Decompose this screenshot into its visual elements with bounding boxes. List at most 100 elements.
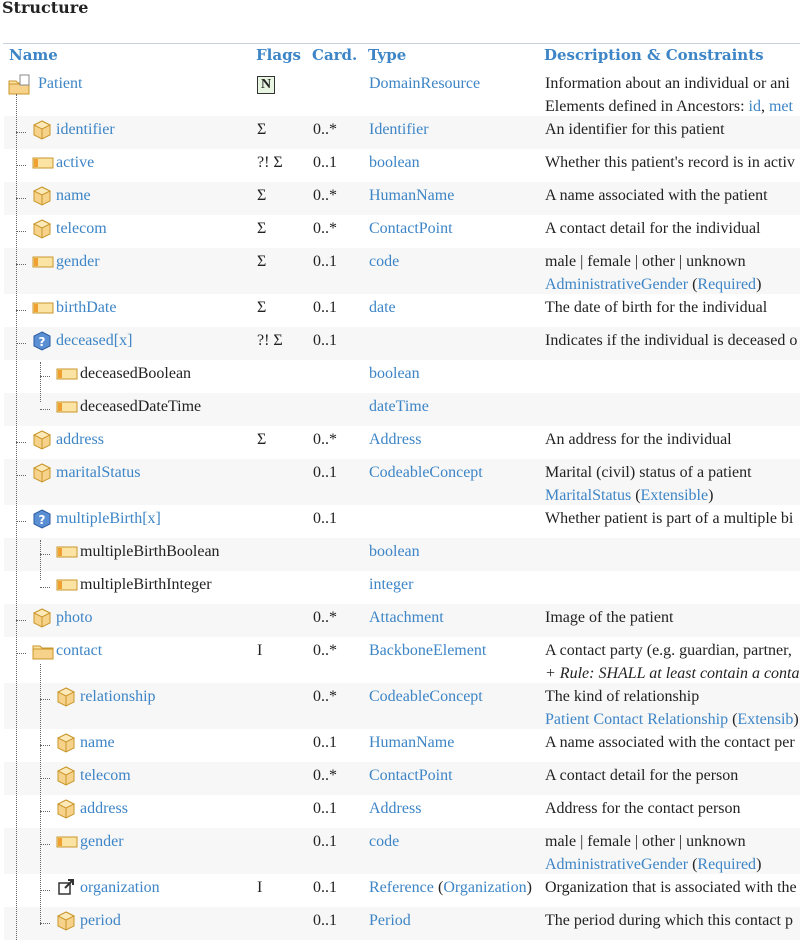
element-description: The date of birth for the individual [545,296,767,319]
element-type-link[interactable]: Address [369,428,421,451]
element-name[interactable]: gender [56,250,100,273]
primitive-icon [56,832,78,852]
folder-resource-icon [8,74,30,95]
description-text: male | female | other | unknown [545,253,746,270]
choice-icon: ? [32,509,52,529]
element-type-link[interactable]: HumanName [369,184,454,207]
element-type-link[interactable]: HumanName [369,731,454,754]
element-type-link[interactable]: ContactPoint [369,764,453,787]
tree-branch-line [16,475,26,476]
ancestor-element-link[interactable]: met [769,98,793,115]
cube-icon [56,733,76,753]
col-name-header[interactable]: Name [9,46,58,64]
element-flags: Σ [257,431,267,448]
element-type-link[interactable]: dateTime [369,395,429,418]
table-row: multipleBirthInteger integer [4,571,800,604]
table-row: birthDate Σ 0..1 date The date of birth for … [4,294,800,327]
table-header: Name Flags Card. Type Description & Cons… [4,44,800,70]
element-type-link[interactable]: BackboneElement [369,639,486,662]
element-type-link[interactable]: Period [369,909,411,932]
element-description: A contact party (e.g. guardian, partner,… [545,639,799,685]
target-type-link[interactable]: Organization [443,879,526,896]
description-text: A name associated with the patient [545,187,768,204]
element-name[interactable]: deceased[x] [56,329,132,352]
element-name[interactable]: contact [56,639,102,662]
element-name[interactable]: maritalStatus [56,461,140,484]
binding-strength-link[interactable]: Required [697,856,756,873]
element-name[interactable]: birthDate [56,296,116,319]
element-name[interactable]: name [56,184,91,207]
tree-guide-line [16,94,17,940]
element-cardinality: 0..1 [313,833,337,850]
element-cardinality: 0..* [313,187,337,204]
valueset-link[interactable]: AdministrativeGender [545,276,688,293]
element-type-link[interactable]: Address [369,797,421,820]
element-description: male | female | other | unknown Administr… [545,250,761,296]
tree-branch-line [16,442,26,443]
tree-branch-line [16,132,26,133]
element-name[interactable]: active [56,151,94,174]
element-type-link[interactable]: integer [369,573,413,596]
element-type-link[interactable]: date [369,296,396,319]
element-name[interactable]: name [80,731,115,754]
separator: , [760,98,769,115]
element-flags: I [257,642,263,659]
table-row: contact I 0..* BackboneElement A contact par… [4,637,800,683]
valueset-link[interactable]: MaritalStatus [545,487,631,504]
element-type-link[interactable]: Attachment [369,606,444,629]
element-name[interactable]: gender [80,830,124,853]
element-name[interactable]: Patient [38,72,82,95]
svg-text:?: ? [39,513,46,527]
binding-strength-link[interactable]: Extensible [641,487,709,504]
element-name[interactable]: telecom [56,217,107,240]
col-card-header[interactable]: Card. [312,46,357,64]
element-cardinality: 0..* [313,609,337,626]
element-name[interactable]: telecom [80,764,131,787]
table-row: telecom 0..* ContactPoint A contact detail … [4,762,800,795]
ancestor-element-link[interactable]: id [749,98,761,115]
description-text: A contact detail for the person [545,767,739,784]
element-name[interactable]: organization [80,876,160,899]
col-type-header[interactable]: Type [368,46,406,64]
element-cardinality: 0..* [313,220,337,237]
element-type-link[interactable]: CodeableConcept [369,685,483,708]
col-desc-header[interactable]: Description & Constraints [544,46,764,64]
valueset-link[interactable]: Patient Contact Relationship [545,711,728,728]
element-type-link[interactable]: Reference [369,876,434,899]
element-type-link[interactable]: code [369,830,399,853]
element-cardinality: 0..1 [313,510,337,527]
element-name[interactable]: photo [56,606,92,629]
description-line-2: + Rule: SHALL at least contain a conta [545,662,799,685]
element-type-link[interactable]: boolean [369,540,420,563]
description-line-2: AdministrativeGender (Required) [545,276,762,293]
element-type-link[interactable]: code [369,250,399,273]
element-type-link[interactable]: DomainResource [369,72,480,95]
element-flags: Σ [257,187,267,204]
element-name[interactable]: identifier [56,118,115,141]
element-name[interactable]: multipleBirth[x] [56,507,161,530]
binding-strength-link[interactable]: Required [697,276,756,293]
element-name[interactable]: address [80,797,128,820]
element-description: Marital (civil) status of a patient Marit… [545,461,752,507]
binding-strength-link[interactable]: Extensib [737,711,793,728]
tree-branch-line [16,198,26,199]
table-row: period 0..1 Period The period during which … [4,907,800,940]
choice-icon: ? [32,331,52,351]
valueset-link[interactable]: AdministrativeGender [545,856,688,873]
element-type-link[interactable]: ContactPoint [369,217,453,240]
element-name[interactable]: relationship [80,685,156,708]
constraint-rule: + Rule: SHALL at least contain a conta [545,665,800,682]
description-text: An address for the individual [545,431,732,448]
element-name[interactable]: address [56,428,104,451]
element-type-link[interactable]: CodeableConcept [369,461,483,484]
primitive-icon [32,298,54,318]
element-name[interactable]: period [80,909,121,932]
element-type-target: (Organization) [438,879,532,896]
element-description: Information about an individual or ani El… [545,72,793,118]
element-type-link[interactable]: boolean [369,151,420,174]
tree-branch-line [40,890,50,891]
col-flags-header[interactable]: Flags [256,46,301,64]
element-type-link[interactable]: Identifier [369,118,429,141]
element-type-link[interactable]: boolean [369,362,420,385]
element-cardinality: 0..1 [313,332,337,349]
